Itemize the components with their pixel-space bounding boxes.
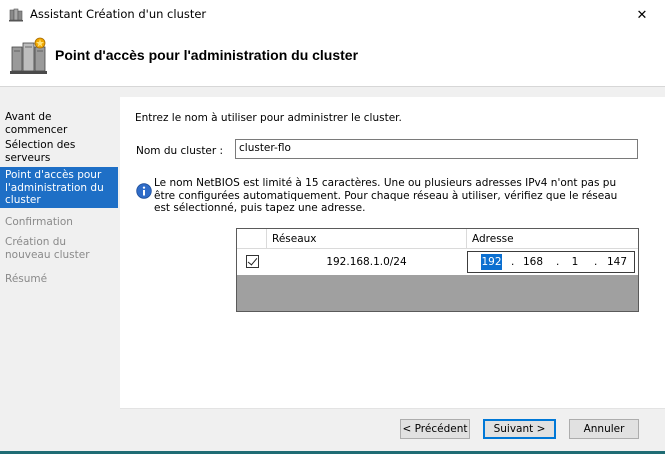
- grid-col-address[interactable]: Adresse: [467, 229, 638, 249]
- ip-address-input[interactable]: 192 . 168 . 1 . 147: [467, 251, 635, 273]
- server-cluster-icon: [10, 37, 47, 74]
- step-selection-des-serveurs[interactable]: Sélection des serveurs: [0, 139, 118, 164]
- ip-octet-2[interactable]: 168: [520, 254, 546, 270]
- previous-button[interactable]: < Précédent: [400, 419, 470, 439]
- cluster-name-label: Nom du cluster :: [136, 145, 224, 157]
- step-avant-de-commencer[interactable]: Avant de commencer: [0, 111, 118, 136]
- ip-octet-4[interactable]: 147: [603, 254, 631, 270]
- close-button[interactable]: ✕: [619, 0, 665, 30]
- cancel-button[interactable]: Annuler: [569, 419, 639, 439]
- next-button[interactable]: Suivant >: [483, 419, 556, 439]
- button-divider: [120, 408, 665, 409]
- step-point-d-acces[interactable]: Point d'accès pour l'administration du c…: [0, 167, 118, 208]
- ip-octet-3[interactable]: 1: [564, 254, 586, 270]
- title-bar: Assistant Création d'un cluster ✕: [0, 0, 665, 30]
- ip-dot: .: [556, 256, 560, 268]
- network-cell: 192.168.1.0/24: [326, 256, 407, 268]
- ip-dot: .: [594, 256, 598, 268]
- networks-grid[interactable]: Réseaux Adresse 192.168.1.0/24 192 . 168…: [236, 228, 639, 312]
- table-row[interactable]: 192.168.1.0/24 192 . 168 . 1 . 147: [237, 249, 638, 275]
- ip-octet-1[interactable]: 192: [481, 254, 502, 270]
- info-icon: [136, 183, 152, 199]
- wizard-steps-sidebar: Avant de commencer Sélection des serveur…: [0, 97, 120, 454]
- page-title: Point d'accès pour l'administration du c…: [55, 47, 359, 63]
- grid-col-networks[interactable]: Réseaux: [267, 229, 467, 249]
- step-confirmation: Confirmation: [5, 216, 73, 228]
- grid-header: Réseaux Adresse: [237, 229, 638, 249]
- info-message: Le nom NetBIOS est limité à 15 caractère…: [154, 177, 618, 214]
- step-creation-du-nouveau-cluster: Création du nouveau cluster: [5, 236, 90, 261]
- close-icon: ✕: [636, 7, 648, 23]
- ip-dot: .: [511, 256, 515, 268]
- intro-text: Entrez le nom à utiliser pour administre…: [135, 112, 402, 124]
- wizard-header: Point d'accès pour l'administration du c…: [0, 30, 665, 86]
- step-resume: Résumé: [5, 273, 48, 285]
- cluster-name-input[interactable]: cluster-flo: [235, 139, 638, 159]
- cluster-icon: [9, 8, 23, 22]
- window-title: Assistant Création d'un cluster: [30, 7, 207, 21]
- network-checkbox[interactable]: [246, 255, 259, 268]
- grid-col-check: [237, 229, 267, 249]
